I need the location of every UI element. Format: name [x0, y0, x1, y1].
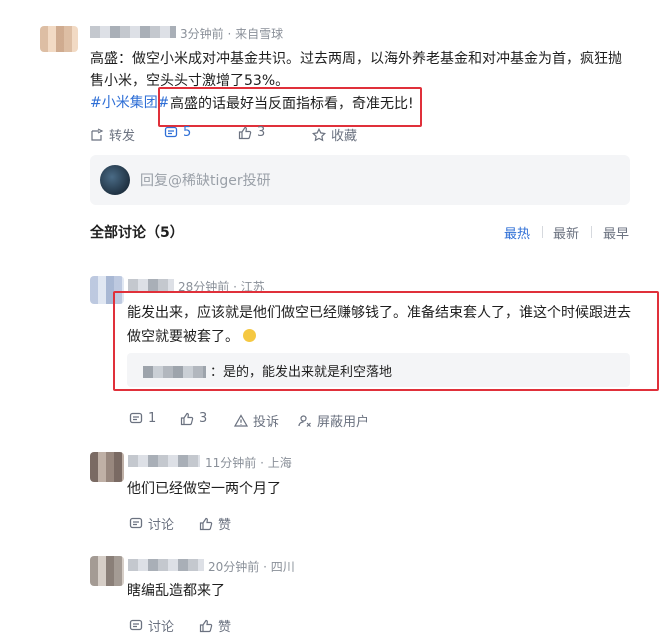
- comment-discuss-button[interactable]: 1: [129, 411, 156, 426]
- comment-icon: [129, 412, 143, 423]
- thumbs-up-icon: [199, 619, 213, 632]
- comment-report-label: 投诉: [253, 415, 280, 430]
- discussion-title: 全部讨论（5）: [90, 225, 184, 241]
- thumbs-up-icon: [199, 517, 213, 530]
- comment-like-label: 赞: [218, 620, 232, 635]
- warning-icon: [234, 413, 248, 427]
- comment-discuss-label: 讨论: [148, 620, 175, 635]
- post-time-source: 3分钟前 · 来自雪球: [180, 27, 284, 41]
- comment-text-line2: 做空就要被套了。: [127, 325, 256, 349]
- annotation-text: 高盛的话最好当反面指标看，奇准无比!: [168, 93, 416, 115]
- sort-divider: [542, 226, 543, 238]
- comment-like-button[interactable]: 赞: [199, 616, 231, 635]
- comment-discuss-button[interactable]: 讨论: [129, 514, 174, 533]
- thumbs-up-icon: [180, 412, 194, 425]
- reply-input[interactable]: 回复@稀缺tiger投研: [90, 155, 630, 205]
- block-user-icon: [298, 414, 311, 427]
- repost-label: 转发: [109, 129, 136, 144]
- comment-like-button[interactable]: 赞: [199, 514, 231, 533]
- comment-author-name[interactable]: [128, 455, 200, 467]
- comment-discuss-button[interactable]: 讨论: [129, 616, 174, 635]
- quoted-reply-text: ：是的，能发出来就是利空落地: [210, 365, 393, 380]
- comment-icon: [164, 126, 178, 137]
- comment-text-line1: 能发出来，应该就是他们做空已经赚够钱了。准备结束套人了，谁这个时候跟进去: [127, 305, 631, 321]
- comment-text: 他们已经做空一两个月了: [127, 481, 281, 497]
- comment-author-name[interactable]: [128, 279, 174, 291]
- comment-report-button[interactable]: 投诉: [234, 411, 279, 430]
- comment-text: 瞎编乱造都来了: [127, 583, 225, 599]
- post-author-name[interactable]: [90, 26, 176, 38]
- comment-discuss-count: 1: [148, 411, 157, 426]
- sort-hot-tab[interactable]: 最热: [504, 223, 530, 242]
- comment-meta: 11分钟前 · 上海: [205, 456, 292, 470]
- current-user-avatar: [100, 165, 130, 195]
- sort-divider: [591, 226, 592, 238]
- post-text-line1: 高盛：做空小米成对冲基金共识。过去两周，以海外养老基金和对冲基金为首，疯狂抛: [90, 51, 622, 67]
- smile-emoji-icon: [243, 329, 256, 342]
- comment-discuss-label: 讨论: [148, 518, 175, 533]
- like-button[interactable]: 3: [238, 125, 265, 140]
- star-icon: [312, 127, 326, 141]
- sort-early-tab[interactable]: 最早: [603, 223, 629, 242]
- repost-button[interactable]: 转发: [90, 125, 135, 144]
- comment-block-label: 屏蔽用户: [317, 415, 370, 430]
- comment-like-button[interactable]: 3: [180, 411, 207, 426]
- sort-new-tab[interactable]: 最新: [553, 223, 579, 242]
- comment-avatar[interactable]: [90, 556, 124, 586]
- reply-placeholder: 回复@稀缺tiger投研: [140, 173, 271, 189]
- comment-author-name[interactable]: [128, 559, 204, 571]
- likes-count: 3: [257, 125, 266, 140]
- comment-like-label: 赞: [218, 518, 232, 533]
- post-author-avatar[interactable]: [40, 26, 78, 52]
- comment-meta: 20分钟前 · 四川: [208, 560, 295, 574]
- comment-icon: [129, 619, 143, 630]
- thumbs-up-icon: [238, 126, 252, 139]
- repost-icon: [91, 127, 104, 141]
- comment-like-count: 3: [199, 411, 208, 426]
- comment-text-line2-text: 做空就要被套了。: [127, 329, 239, 345]
- quoted-author-name[interactable]: [143, 366, 206, 378]
- comments-count: 5: [183, 125, 192, 140]
- comment-avatar[interactable]: [90, 452, 124, 482]
- comments-button[interactable]: 5: [164, 125, 191, 140]
- favorite-button[interactable]: 收藏: [312, 125, 357, 144]
- favorite-label: 收藏: [331, 129, 358, 144]
- comment-icon: [129, 517, 143, 528]
- comment-block-button[interactable]: 屏蔽用户: [298, 411, 369, 430]
